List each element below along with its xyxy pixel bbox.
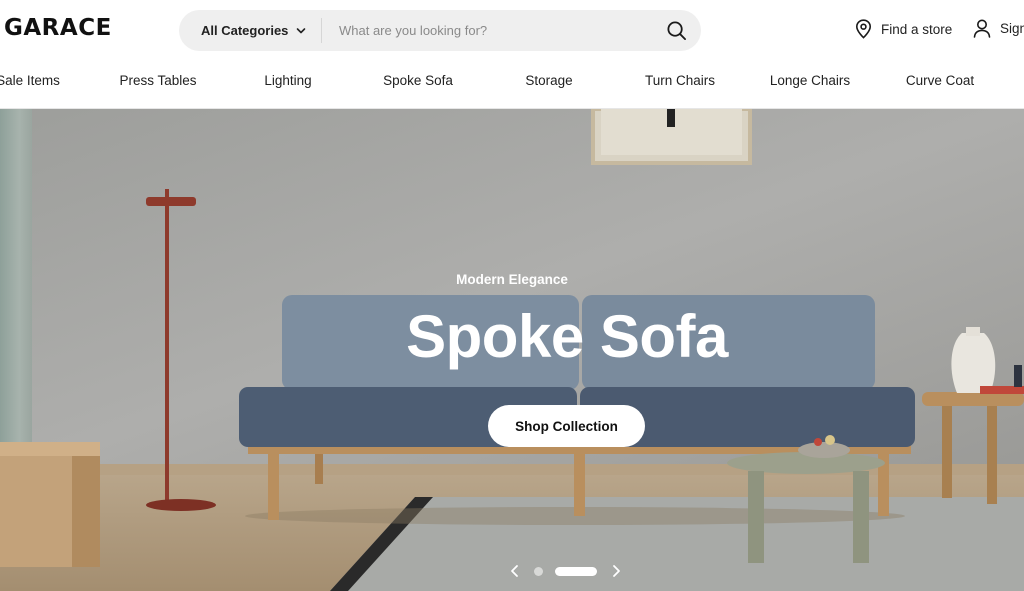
search-icon[interactable] (666, 20, 687, 41)
chevron-down-icon (297, 27, 306, 33)
carousel-dot-active[interactable] (555, 566, 597, 576)
nav-item-press-tables[interactable]: Press Tables (119, 62, 196, 109)
carousel-controls (508, 564, 623, 578)
carousel-dot[interactable] (534, 566, 543, 576)
hero-eyebrow-text: Modern Elegance (456, 272, 568, 287)
category-dropdown[interactable]: All Categories (201, 10, 306, 51)
category-nav: Sale Items Press Tables Lighting Spoke S… (0, 62, 1024, 109)
sign-in-label: Sign in (1000, 21, 1024, 36)
nav-item-longe-chairs[interactable]: Longe Chairs (770, 62, 850, 109)
nav-item-lighting[interactable]: Lighting (264, 62, 311, 109)
nav-item-spoke-sofa[interactable]: Spoke Sofa (383, 62, 453, 109)
shop-collection-button[interactable]: Shop Collection (488, 405, 645, 447)
hero-eyebrow: Modern Elegance (54, 272, 1024, 287)
brand-logo[interactable]: GARACE (4, 15, 112, 41)
search-bar: All Categories (179, 10, 701, 51)
hero-title: Spoke Sofa (406, 303, 728, 370)
nav-item-turn-chairs[interactable]: Turn Chairs (645, 62, 715, 109)
search-input[interactable] (339, 10, 639, 51)
search-divider (321, 18, 322, 43)
find-store-link[interactable]: Find a store (855, 19, 952, 39)
hero-title-wrap: Spoke Sofa (404, 302, 730, 371)
nav-item-sale-items[interactable]: Sale Items (0, 62, 60, 109)
hero-banner: Modern Elegance Spoke Sofa Shop Collecti… (0, 109, 1024, 591)
nav-item-curve-coat[interactable]: Curve Coat (906, 62, 974, 109)
nav-item-storage[interactable]: Storage (525, 62, 572, 109)
sign-in-link[interactable]: Sign in (973, 19, 1024, 38)
chevron-right-icon[interactable] (609, 564, 623, 578)
site-header: GARACE All Categories Find a store Sign … (0, 0, 1024, 62)
location-pin-icon (855, 19, 872, 39)
chevron-left-icon[interactable] (508, 564, 522, 578)
user-icon (973, 19, 991, 38)
category-dropdown-label: All Categories (201, 23, 289, 38)
find-store-label: Find a store (881, 21, 953, 37)
